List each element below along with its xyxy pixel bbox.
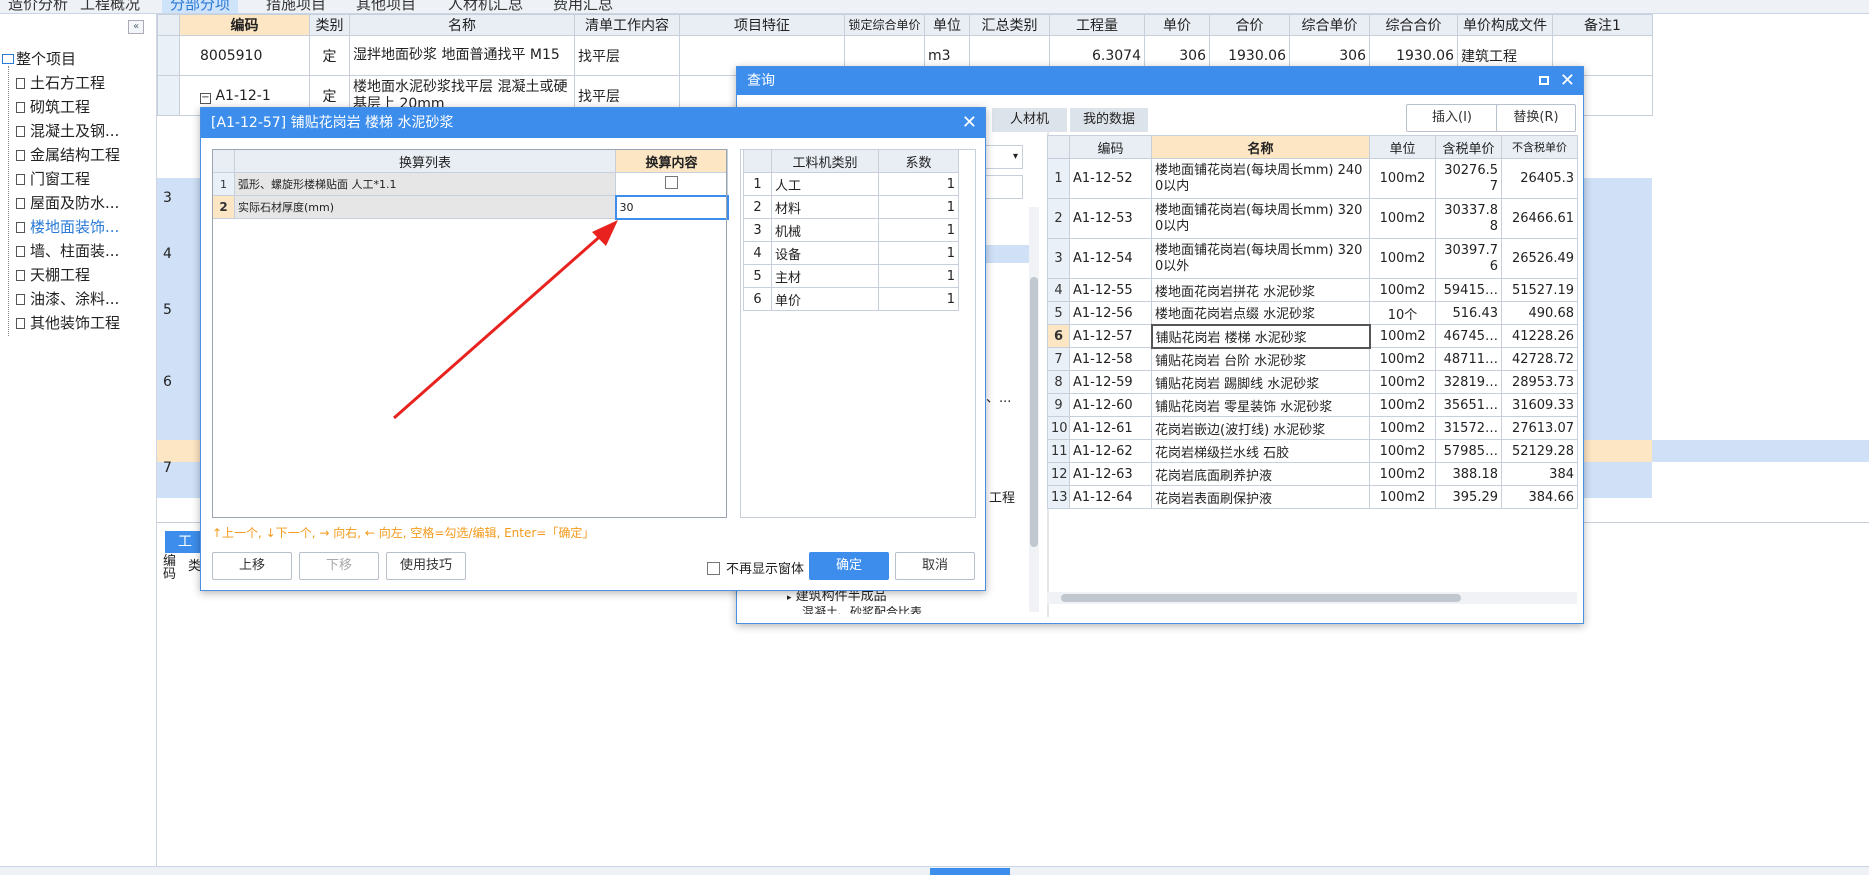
- annotation-arrow: [393, 220, 618, 420]
